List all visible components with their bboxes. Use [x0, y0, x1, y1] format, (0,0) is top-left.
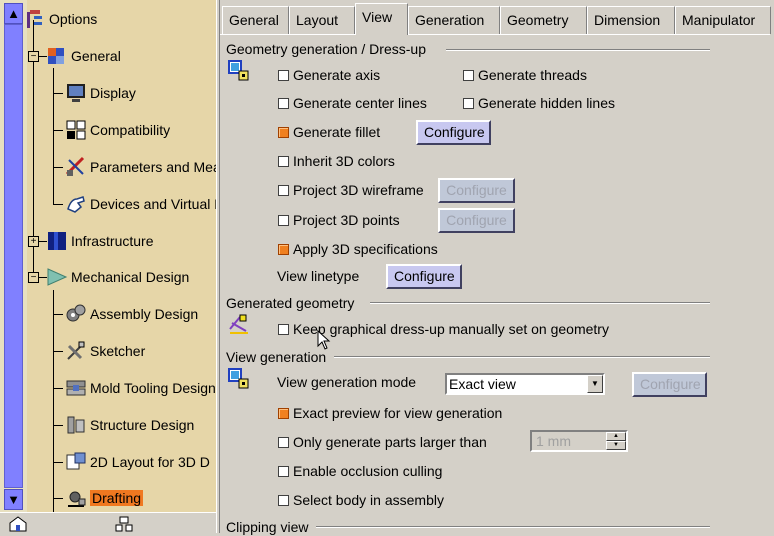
tree-expand-icon[interactable] [114, 515, 134, 533]
mechanical-design-icon [46, 266, 68, 288]
mold-tooling-icon [65, 377, 87, 399]
compatibility-icon [65, 119, 87, 141]
section-title-dressup: Geometry generation / Dress-up [226, 41, 426, 57]
tree-item-sketcher[interactable]: Sketcher [65, 336, 145, 366]
tree-item-drafting[interactable]: Drafting [65, 483, 144, 512]
only-generate-parts-checkbox[interactable]: Only generate parts larger than [278, 434, 487, 450]
devices-hand-icon [65, 193, 87, 215]
options-tree-icon [27, 8, 46, 30]
tab-dimension[interactable]: Dimension [587, 6, 675, 34]
tab-manipulator[interactable]: Manipulator [675, 6, 771, 34]
expander-general[interactable]: − [28, 51, 39, 62]
tree-item-infrastructure[interactable]: Infrastructure [46, 226, 153, 256]
scroll-up-button[interactable]: ▲ [4, 3, 23, 24]
configure-linetype-button[interactable]: Configure [386, 264, 462, 289]
configure-wireframe-button[interactable]: Configure [438, 178, 515, 203]
parameters-measure-icon [65, 156, 87, 178]
generate-axis-checkbox[interactable]: Generate axis [278, 67, 380, 83]
tree-home-icon[interactable] [8, 515, 28, 533]
tree-item-options[interactable]: Options [27, 4, 97, 34]
display-monitor-icon [65, 82, 87, 104]
general-cube-icon [46, 45, 68, 67]
options-tree: − + − Options General Display Compatibil… [27, 0, 216, 512]
view-linetype-label: View linetype [277, 268, 360, 284]
part-size-spinner[interactable]: 1 mm ▲ ▼ [530, 430, 628, 452]
tree-item-structure-design[interactable]: Structure Design [65, 410, 194, 440]
tab-geometry[interactable]: Geometry [500, 6, 587, 34]
tree-item-mold-tooling[interactable]: Mold Tooling Design [65, 373, 216, 403]
tree-item-general[interactable]: General [46, 41, 121, 71]
tab-layout[interactable]: Layout [289, 6, 355, 34]
drafting-icon [65, 487, 87, 509]
tree-item-2d-layout[interactable]: 2D Layout for 3D D [65, 447, 210, 477]
exact-preview-checkbox[interactable]: Exact preview for view generation [278, 405, 502, 421]
tree-item-mechanical-design[interactable]: Mechanical Design [46, 262, 189, 292]
chevron-down-icon[interactable]: ▼ [587, 375, 603, 393]
generate-threads-checkbox[interactable]: Generate threads [463, 67, 587, 83]
scroll-thumb[interactable] [4, 24, 23, 488]
view-generation-mode-label: View generation mode [277, 374, 417, 390]
tree-item-display[interactable]: Display [65, 78, 136, 108]
assembly-gears-icon [65, 303, 87, 325]
section-title-generated-geometry: Generated geometry [226, 295, 355, 311]
tree-item-devices[interactable]: Devices and Virtual F [65, 189, 216, 219]
generated-geometry-icon [228, 313, 250, 335]
sketcher-icon [65, 340, 87, 362]
tree-item-parameters[interactable]: Parameters and Mea [65, 152, 216, 182]
expander-infrastructure[interactable]: + [28, 236, 39, 247]
view-generation-mode-select[interactable]: Exact view ▼ [445, 373, 605, 395]
tree-item-compatibility[interactable]: Compatibility [65, 115, 170, 145]
tab-general[interactable]: General [222, 6, 289, 34]
scroll-down-button[interactable]: ▼ [4, 489, 23, 510]
select-body-checkbox[interactable]: Select body in assembly [278, 492, 444, 508]
geometry-generation-icon [228, 60, 250, 82]
tree-toolbar [0, 512, 218, 533]
generate-hidden-lines-checkbox[interactable]: Generate hidden lines [463, 95, 615, 111]
expander-mechanical-design[interactable]: − [28, 272, 39, 283]
tab-view[interactable]: View [355, 3, 408, 35]
generate-fillet-checkbox[interactable]: Generate fillet [278, 124, 380, 140]
infrastructure-icon [46, 230, 68, 252]
tree-item-assembly-design[interactable]: Assembly Design [65, 299, 198, 329]
enable-occlusion-checkbox[interactable]: Enable occlusion culling [278, 463, 442, 479]
configure-fillet-button[interactable]: Configure [416, 120, 491, 145]
project-3d-wireframe-checkbox[interactable]: Project 3D wireframe [278, 182, 424, 198]
project-3d-points-checkbox[interactable]: Project 3D points [278, 212, 400, 228]
view-generation-icon [228, 368, 250, 390]
mouse-cursor-icon [317, 329, 331, 350]
inherit-3d-colors-checkbox[interactable]: Inherit 3D colors [278, 153, 395, 169]
tree-scrollbar[interactable]: ▲ ▼ [0, 0, 27, 512]
configure-view-generation-button[interactable]: Configure [632, 372, 707, 397]
tab-bar: General Layout View Generation Geometry … [220, 0, 774, 35]
structure-design-icon [65, 414, 87, 436]
spin-up-icon[interactable]: ▲ [606, 432, 626, 441]
tab-generation[interactable]: Generation [408, 6, 500, 34]
configure-points-button[interactable]: Configure [438, 208, 515, 233]
generate-center-lines-checkbox[interactable]: Generate center lines [278, 95, 427, 111]
splitter[interactable] [216, 0, 220, 533]
spin-down-icon[interactable]: ▼ [606, 441, 626, 450]
section-title-view-generation: View generation [226, 349, 327, 365]
layout-2d-icon [65, 451, 87, 473]
apply-3d-specifications-checkbox[interactable]: Apply 3D specifications [278, 241, 438, 257]
